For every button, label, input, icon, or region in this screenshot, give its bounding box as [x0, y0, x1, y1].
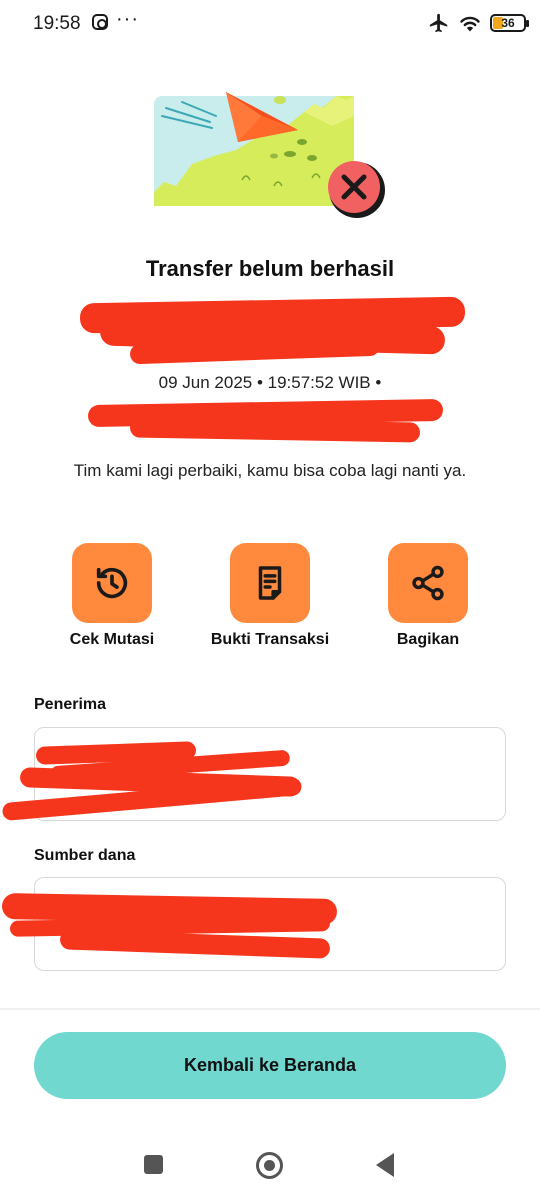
- status-time: 19:58: [33, 13, 81, 34]
- back-icon[interactable]: [376, 1153, 394, 1177]
- check-mutation-icon-box[interactable]: [72, 543, 152, 623]
- divider: [0, 1008, 540, 1010]
- battery-level: 36: [501, 16, 515, 30]
- share-icon: [412, 565, 444, 601]
- share-button[interactable]: Bagikan: [348, 543, 508, 649]
- history-icon: [96, 567, 128, 599]
- instagram-icon: [92, 14, 108, 30]
- transaction-receipt-icon-box[interactable]: [230, 543, 310, 623]
- more-notifications-icon: ···: [116, 8, 139, 30]
- source-of-funds-label: Sumber dana: [34, 847, 136, 864]
- wifi-icon: [460, 16, 480, 32]
- battery-icon: 36: [490, 14, 529, 32]
- share-icon-box[interactable]: [388, 543, 468, 623]
- status-message: Tim kami lagi perbaiki, kamu bisa coba l…: [73, 461, 467, 480]
- status-icons: 36: [428, 12, 529, 34]
- page-title: Transfer belum berhasil: [145, 256, 395, 281]
- check-mutation-label: Cek Mutasi: [69, 631, 155, 648]
- transaction-receipt-button[interactable]: Bukti Transaksi: [190, 543, 350, 649]
- recipient-label: Penerima: [34, 696, 107, 713]
- close-icon: [328, 161, 385, 218]
- recent-apps-icon[interactable]: [144, 1155, 163, 1174]
- transaction-receipt-label: Bukti Transaksi: [210, 631, 330, 648]
- status-bar: 19:58 ··· 36: [0, 0, 540, 48]
- back-to-home-button[interactable]: Kembali ke Beranda: [34, 1032, 506, 1099]
- transaction-datetime: 09 Jun 2025 • 19:57:52 WIB •: [158, 373, 382, 392]
- transfer-failed-illustration: [154, 92, 385, 218]
- share-label: Bagikan: [396, 631, 460, 648]
- airplane-mode-icon: [429, 13, 448, 33]
- check-mutation-button[interactable]: Cek Mutasi: [32, 543, 192, 649]
- receipt-icon: [258, 566, 282, 600]
- home-icon[interactable]: [256, 1152, 283, 1179]
- system-nav-bar: [0, 1130, 540, 1200]
